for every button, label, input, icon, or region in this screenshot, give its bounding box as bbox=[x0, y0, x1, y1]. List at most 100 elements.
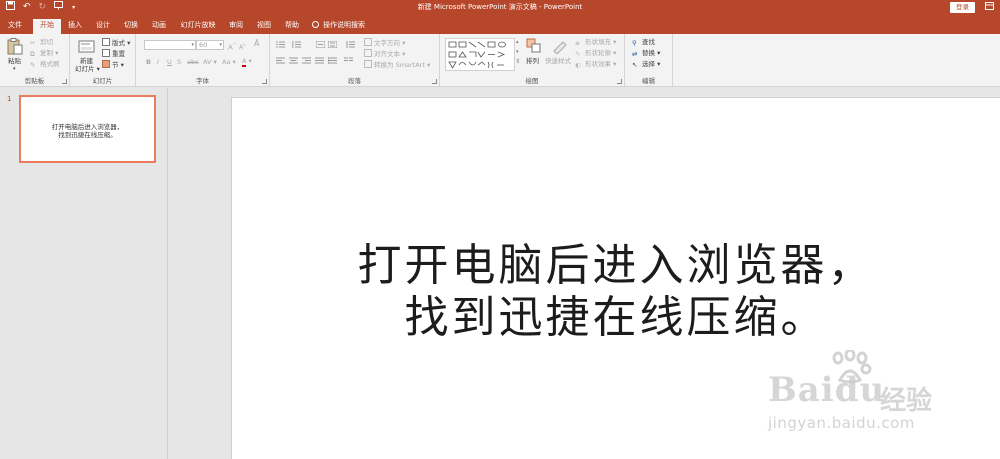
reset-button[interactable]: 重置 bbox=[102, 49, 125, 58]
increase-indent-icon[interactable] bbox=[328, 41, 337, 48]
cut-button[interactable]: ✂ 剪切 bbox=[30, 38, 53, 47]
group-font: ▾ 60 ▾ A^ Av Ā B I U S abc AV ▾ Aa ▾ A ▾… bbox=[136, 34, 270, 87]
slide-textbox[interactable]: 打开电脑后进入浏览器， 找到迅捷在线压缩。 bbox=[232, 240, 1000, 344]
group-label-clipboard: 剪贴板 bbox=[24, 77, 45, 85]
font-size-field[interactable]: 60 ▾ bbox=[196, 40, 224, 50]
group-clipboard: 粘贴 ▾ ✂ 剪切 ⧉ 复制 ▾ ✎ 格式刷 剪贴板 bbox=[0, 34, 70, 87]
shape-effects-button[interactable]: ◐ 形状效果 ▾ bbox=[575, 60, 616, 69]
section-button[interactable]: 节 ▾ bbox=[102, 60, 124, 69]
reset-icon bbox=[102, 49, 110, 57]
ribbon: 粘贴 ▾ ✂ 剪切 ⧉ 复制 ▾ ✎ 格式刷 剪贴板 新建 幻灯片 ▾ 版式 ▾ 重置… bbox=[0, 34, 1000, 87]
watermark-url: jingyan.baidu.com bbox=[768, 414, 915, 432]
quick-styles-button[interactable]: 快速样式 bbox=[545, 57, 571, 65]
align-text-button[interactable]: 对齐文本 ▾ bbox=[364, 49, 405, 58]
slide-text-line2: 找到迅捷在线压缩。 bbox=[404, 292, 828, 343]
align-left-icon[interactable] bbox=[276, 57, 285, 64]
text-direction-button[interactable]: 文字方向 ▾ bbox=[364, 38, 405, 47]
tab-help[interactable]: 帮助 bbox=[281, 19, 303, 34]
ribbon-tabs: 文件 开始 插入 设计 切换 动画 幻灯片放映 审阅 视图 帮助 操作说明搜索 bbox=[0, 15, 1000, 34]
replace-icon: ⇄ bbox=[632, 50, 638, 58]
tab-slideshow[interactable]: 幻灯片放映 bbox=[176, 19, 220, 34]
format-painter-button[interactable]: ✎ 格式刷 bbox=[30, 60, 60, 69]
tell-me-label: 操作说明搜索 bbox=[323, 21, 365, 29]
line-spacing-icon[interactable] bbox=[346, 41, 355, 48]
pen-icon: ✎ bbox=[575, 50, 581, 58]
quick-styles-icon[interactable] bbox=[552, 38, 568, 55]
paragraph-launcher-icon[interactable] bbox=[432, 79, 437, 84]
convert-smartart-button[interactable]: 转换为 SmartArt ▾ bbox=[364, 60, 430, 69]
underline-icon[interactable]: U bbox=[167, 58, 172, 66]
shapes-more-icon[interactable]: ⊽ bbox=[516, 58, 520, 66]
tab-review[interactable]: 审阅 bbox=[225, 19, 247, 34]
ribbon-display-options-icon[interactable] bbox=[985, 2, 994, 13]
font-launcher-icon[interactable] bbox=[262, 79, 267, 84]
italic-icon[interactable]: I bbox=[157, 58, 159, 66]
thumbnail-text: 打开电脑后进入浏览器， 找到迅捷在线压缩。 bbox=[21, 123, 154, 139]
align-text-icon bbox=[364, 49, 372, 57]
tab-transitions[interactable]: 切换 bbox=[120, 19, 142, 34]
clear-formatting-icon[interactable]: Ā bbox=[254, 40, 259, 48]
arrange-button[interactable]: 排列 bbox=[526, 57, 539, 65]
paste-icon[interactable] bbox=[7, 38, 23, 55]
justify-icon[interactable] bbox=[315, 57, 324, 64]
arrange-icon[interactable] bbox=[526, 38, 542, 55]
font-size-value: 60 bbox=[199, 41, 208, 49]
strikethrough-icon[interactable]: abc bbox=[187, 58, 199, 66]
slide-thumbnail-pane[interactable]: 1 打开电脑后进入浏览器， 找到迅捷在线压缩。 bbox=[0, 88, 168, 459]
new-slide-button[interactable]: 幻灯片 ▾ bbox=[75, 65, 100, 73]
login-button[interactable]: 登录 bbox=[950, 2, 975, 13]
shape-outline-button[interactable]: ✎ 形状轮廓 ▾ bbox=[575, 49, 616, 58]
font-name-dropdown-icon: ▾ bbox=[191, 42, 194, 48]
columns-icon[interactable] bbox=[344, 57, 353, 64]
layout-button[interactable]: 版式 ▾ bbox=[102, 38, 130, 47]
decrease-indent-icon[interactable] bbox=[316, 41, 325, 48]
change-case-icon[interactable]: Aa ▾ bbox=[222, 58, 236, 66]
slide-thumbnail[interactable]: 打开电脑后进入浏览器， 找到迅捷在线压缩。 bbox=[19, 95, 156, 163]
tab-file[interactable]: 文件 bbox=[4, 19, 26, 34]
tab-design[interactable]: 设计 bbox=[92, 19, 114, 34]
new-slide-label-1[interactable]: 新建 bbox=[80, 57, 93, 65]
numbering-icon[interactable] bbox=[292, 41, 301, 48]
paste-button[interactable]: 粘贴 bbox=[8, 57, 21, 65]
shapes-gallery[interactable] bbox=[445, 38, 515, 71]
distributed-icon[interactable] bbox=[328, 57, 337, 64]
group-editing: ⚲ 查找 ⇄ 替换 ▾ ↖ 选择 ▾ 编辑 bbox=[625, 34, 673, 87]
increase-font-size-icon[interactable]: A^ bbox=[228, 41, 236, 51]
font-name-field[interactable]: ▾ bbox=[144, 40, 196, 50]
shape-fill-button[interactable]: ◈ 形状填充 ▾ bbox=[575, 38, 616, 47]
font-color-icon[interactable]: A ▾ bbox=[242, 57, 252, 67]
shadow-icon[interactable]: S bbox=[177, 58, 181, 66]
find-button[interactable]: ⚲ 查找 bbox=[632, 38, 655, 47]
tab-home[interactable]: 开始 bbox=[33, 19, 61, 34]
copy-icon: ⧉ bbox=[30, 50, 35, 58]
tell-me-search[interactable]: 操作说明搜索 bbox=[312, 19, 376, 34]
slide-number: 1 bbox=[7, 95, 12, 103]
group-slides: 新建 幻灯片 ▾ 版式 ▾ 重置 节 ▾ 幻灯片 bbox=[70, 34, 136, 87]
baidu-jingyan-watermark: Baidu 经验 jingyan.baidu.com bbox=[768, 350, 968, 440]
align-right-icon[interactable] bbox=[302, 57, 311, 64]
group-label-drawing: 绘图 bbox=[525, 77, 539, 85]
thumbnail-text-line1: 打开电脑后进入浏览器， bbox=[51, 123, 124, 131]
clipboard-launcher-icon[interactable] bbox=[62, 79, 67, 84]
character-spacing-icon[interactable]: AV ▾ bbox=[203, 58, 217, 66]
effects-icon: ◐ bbox=[575, 61, 581, 69]
bold-icon[interactable]: B bbox=[146, 58, 151, 66]
copy-button[interactable]: ⧉ 复制 ▾ bbox=[30, 49, 58, 58]
bullets-icon[interactable] bbox=[276, 41, 285, 48]
align-center-icon[interactable] bbox=[289, 57, 298, 64]
tab-insert[interactable]: 插入 bbox=[64, 19, 86, 34]
new-slide-icon[interactable] bbox=[78, 38, 95, 55]
shapes-scroll-up-icon[interactable]: ▴ bbox=[516, 38, 519, 46]
drawing-launcher-icon[interactable] bbox=[617, 79, 622, 84]
shapes-scroll-down-icon[interactable]: ▾ bbox=[516, 48, 519, 56]
decrease-font-size-icon[interactable]: Av bbox=[239, 41, 245, 52]
window-title: 新建 Microsoft PowerPoint 演示文稿 - PowerPoin… bbox=[417, 3, 583, 11]
select-button[interactable]: ↖ 选择 ▾ bbox=[632, 60, 660, 69]
group-label-slides: 幻灯片 bbox=[92, 77, 113, 85]
group-label-editing: 编辑 bbox=[642, 77, 655, 85]
tab-animations[interactable]: 动画 bbox=[148, 19, 170, 34]
tab-view[interactable]: 视图 bbox=[253, 19, 275, 34]
paste-dropdown-icon[interactable]: ▾ bbox=[13, 65, 16, 73]
cursor-icon: ↖ bbox=[632, 61, 638, 69]
replace-button[interactable]: ⇄ 替换 ▾ bbox=[632, 49, 660, 58]
